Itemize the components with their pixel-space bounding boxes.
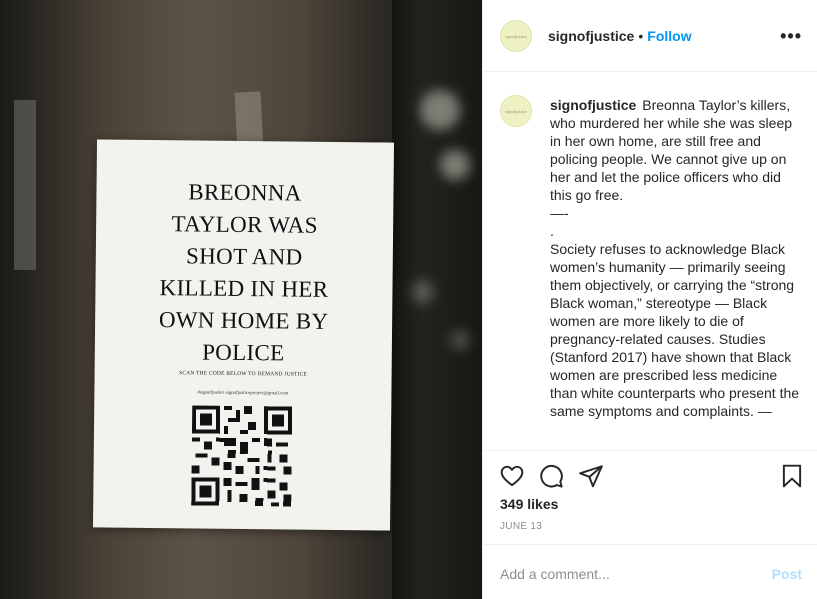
send-icon[interactable] [578, 463, 604, 489]
likes-count[interactable]: 349 likes [500, 496, 558, 512]
avatar-text: signofjustice [504, 108, 527, 114]
comment-input[interactable]: Add a comment... [500, 566, 610, 582]
caption: signofjustice Breonna Taylor’s killers, … [550, 96, 800, 420]
comment-icon[interactable] [538, 463, 564, 489]
comment-bar: Add a comment... Post [483, 544, 817, 599]
avatar[interactable]: signofjustice [500, 95, 532, 127]
qr-code-icon [191, 405, 293, 507]
avatar[interactable]: signofjustice [500, 20, 532, 52]
post-date[interactable]: JUNE 13 [500, 521, 542, 532]
follow-button[interactable]: Follow [647, 28, 691, 44]
background-bokeh [440, 150, 470, 180]
heart-icon[interactable] [499, 463, 525, 489]
post-photo[interactable]: BREONNA TAYLOR WAS SHOT AND KILLED IN HE… [0, 0, 482, 599]
post-header: signofjustice signofjustice • Follow ••• [483, 0, 817, 72]
poster-email: #signofjustice signofjusticeproject@gmai… [197, 390, 289, 397]
caption-text: Breonna Taylor’s killers, who murdered h… [550, 97, 800, 419]
avatar-text: signofjustice [504, 33, 527, 39]
post-details-panel: signofjustice signofjustice • Follow ••• s… [482, 0, 817, 599]
header-row: signofjustice • Follow [548, 28, 692, 44]
username-link[interactable]: signofjustice [548, 28, 634, 44]
poster-scan-text: SCAN THE CODE BELOW TO DEMAND JUSTICE [179, 370, 308, 378]
background-bokeh [450, 330, 470, 350]
background-bokeh [420, 90, 460, 130]
justice-poster: BREONNA TAYLOR WAS SHOT AND KILLED IN HE… [92, 139, 395, 531]
pole-shadow [392, 0, 422, 599]
post-button[interactable]: Post [772, 566, 802, 582]
torn-paper [14, 100, 36, 270]
action-bar [483, 455, 817, 495]
caption-area[interactable]: signofjustice signofjustice Breonna Tayl… [483, 73, 817, 451]
more-options-icon[interactable]: ••• [780, 26, 802, 47]
separator-dot: • [638, 28, 644, 44]
poster-headline: BREONNA TAYLOR WAS SHOT AND KILLED IN HE… [158, 179, 329, 366]
caption-username-link[interactable]: signofjustice [550, 97, 636, 113]
bookmark-icon[interactable] [779, 463, 805, 489]
